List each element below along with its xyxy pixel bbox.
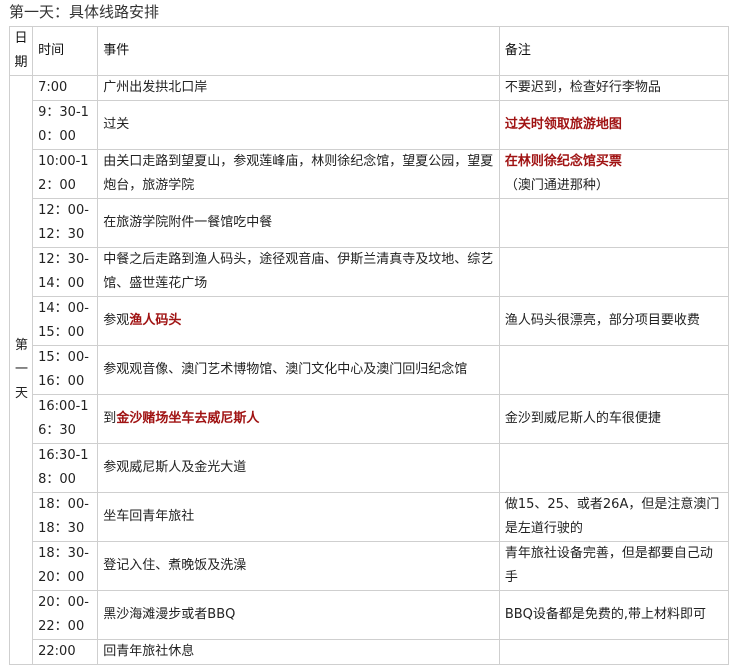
note-cell: BBQ设备都是免费的,带上材料即可	[498, 590, 730, 640]
event-text: 过关	[103, 117, 130, 132]
table-header-row: 日期 时间 事件 备注	[8, 26, 730, 76]
header-event: 事件	[97, 26, 500, 76]
header-note: 备注	[498, 26, 730, 76]
event-text: 到	[103, 411, 117, 426]
table-row: 9：30-10：00 过关 过关时领取旅游地图	[10, 100, 730, 150]
note-cell	[498, 443, 730, 493]
event-cell: 参观威尼斯人及金光大道	[97, 443, 500, 493]
table-row: 10:00-12：00 由关口走路到望夏山，参观莲峰庙，林则徐纪念馆，望夏公园，望…	[10, 149, 730, 199]
table-row: 第一天 7:00 广州出发拱北口岸 不要迟到，检查好行李物品	[8, 75, 730, 665]
event-cell: 过关	[97, 100, 500, 150]
time-cell: 9：30-10：00	[32, 100, 99, 150]
event-text: 参观观音像、澳门艺术博物馆、澳门文化中心及澳门回归纪念馆	[103, 362, 468, 377]
time-cell: 15：00-16：00	[32, 345, 99, 395]
event-cell: 坐车回青年旅社	[97, 492, 500, 542]
time-cell: 12：00-12：30	[32, 198, 99, 248]
note-cell: 青年旅社设备完善，但是都要自己动手	[498, 541, 730, 591]
note-cell: 做15、25、或者26A，但是注意澳门是左道行驶的	[498, 492, 730, 542]
event-cell: 黑沙海滩漫步或者BBQ	[97, 590, 500, 640]
header-time: 时间	[32, 26, 99, 76]
note-text: 不要迟到，检查好行李物品	[504, 80, 661, 95]
event-text: 参观	[103, 313, 130, 328]
note-text: 金沙到威尼斯人的车很便捷	[504, 411, 661, 426]
note-text: （澳门通进那种）	[504, 178, 609, 193]
event-cell: 参观渔人码头	[97, 296, 500, 346]
table-row: 22:00 回青年旅社休息	[10, 639, 730, 665]
time-cell: 20：00-22：00	[32, 590, 99, 640]
day-label: 第一天	[8, 75, 34, 665]
table-row: 15：00-16：00 参观观音像、澳门艺术博物馆、澳门文化中心及澳门回归纪念馆	[10, 345, 730, 395]
event-text: 在旅游学院附件一餐馆吃中餐	[103, 215, 273, 230]
event-text: 黑沙海滩漫步或者BBQ	[103, 607, 236, 622]
event-cell: 登记入住、煮晚饭及洗澡	[97, 541, 500, 591]
header-date: 日期	[8, 26, 34, 76]
time-cell: 14：00-15：00	[32, 296, 99, 346]
event-cell: 回青年旅社休息	[97, 639, 500, 665]
note-cell	[498, 345, 730, 395]
event-text: 由关口走路到望夏山，参观莲峰庙，林则徐纪念馆，望夏公园，望夏炮台，旅游学院	[103, 154, 494, 193]
note-cell: 金沙到威尼斯人的车很便捷	[498, 394, 730, 444]
time-cell: 16:30-18：00	[32, 443, 99, 493]
note-text: 做15、25、或者26A，但是注意澳门是左道行驶的	[504, 497, 720, 536]
note-cell	[498, 247, 730, 297]
event-text: 坐车回青年旅社	[103, 509, 195, 524]
event-text: 广州出发拱北口岸	[103, 80, 208, 95]
time-cell: 18：30-20：00	[32, 541, 99, 591]
note-cell	[498, 198, 730, 248]
event-highlight: 渔人码头	[129, 313, 182, 328]
event-text: 中餐之后走路到渔人码头，途径观音庙、伊斯兰清真寺及坟地、综艺馆、盛世莲花广场	[103, 252, 494, 291]
page-title: 第一天：具体线路安排	[9, 3, 160, 21]
event-text: 参观威尼斯人及金光大道	[103, 460, 247, 475]
table-row: 18：30-20：00 登记入住、煮晚饭及洗澡 青年旅社设备完善，但是都要自己动手	[10, 541, 730, 591]
note-text: 青年旅社设备完善，但是都要自己动手	[504, 546, 713, 585]
event-text: 回青年旅社休息	[103, 644, 195, 659]
time-cell: 18：00-18：30	[32, 492, 99, 542]
event-cell: 在旅游学院附件一餐馆吃中餐	[97, 198, 500, 248]
time-cell: 10:00-12：00	[32, 149, 99, 199]
note-highlight: 过关时领取旅游地图	[504, 117, 622, 132]
note-cell: 过关时领取旅游地图	[498, 100, 730, 150]
time-cell: 7:00	[32, 75, 99, 101]
event-cell: 中餐之后走路到渔人码头，途径观音庙、伊斯兰清真寺及坟地、综艺馆、盛世莲花广场	[97, 247, 500, 297]
note-cell: 在林则徐纪念馆买票 （澳门通进那种）	[498, 149, 730, 199]
note-cell: 不要迟到，检查好行李物品	[498, 75, 730, 101]
table-row: 16:00-16：30 到金沙赌场坐车去威尼斯人 金沙到威尼斯人的车很便捷	[10, 394, 730, 444]
time-cell: 16:00-16：30	[32, 394, 99, 444]
event-text: 登记入住、煮晚饭及洗澡	[103, 558, 247, 573]
event-highlight: 金沙赌场坐车去威尼斯人	[116, 411, 260, 426]
event-cell: 广州出发拱北口岸	[97, 75, 500, 101]
table-row: 20：00-22：00 黑沙海滩漫步或者BBQ BBQ设备都是免费的,带上材料即可	[10, 590, 730, 640]
table-row: 16:30-18：00 参观威尼斯人及金光大道	[10, 443, 730, 493]
event-cell: 到金沙赌场坐车去威尼斯人	[97, 394, 500, 444]
note-text: BBQ设备都是免费的,带上材料即可	[504, 607, 707, 622]
note-highlight: 在林则徐纪念馆买票	[504, 154, 622, 169]
event-cell: 由关口走路到望夏山，参观莲峰庙，林则徐纪念馆，望夏公园，望夏炮台，旅游学院	[97, 149, 500, 199]
table-row: 12：00-12：30 在旅游学院附件一餐馆吃中餐	[10, 198, 730, 248]
event-cell: 参观观音像、澳门艺术博物馆、澳门文化中心及澳门回归纪念馆	[97, 345, 500, 395]
table-row: 14：00-15：00 参观渔人码头 渔人码头很漂亮，部分项目要收费	[10, 296, 730, 346]
table-row: 12：30-14：00 中餐之后走路到渔人码头，途径观音庙、伊斯兰清真寺及坟地、综…	[10, 247, 730, 297]
table-row: 18：00-18：30 坐车回青年旅社 做15、25、或者26A，但是注意澳门是左道…	[10, 492, 730, 542]
note-text: 渔人码头很漂亮，部分项目要收费	[504, 313, 700, 328]
itinerary-table: 日期 时间 事件 备注 第一天 7:00 广州出发拱北口岸 不要迟到，检查好行李物品 9…	[8, 26, 730, 665]
time-cell: 22:00	[32, 639, 99, 665]
note-cell: 渔人码头很漂亮，部分项目要收费	[498, 296, 730, 346]
time-cell: 12：30-14：00	[32, 247, 99, 297]
note-cell	[498, 639, 730, 665]
